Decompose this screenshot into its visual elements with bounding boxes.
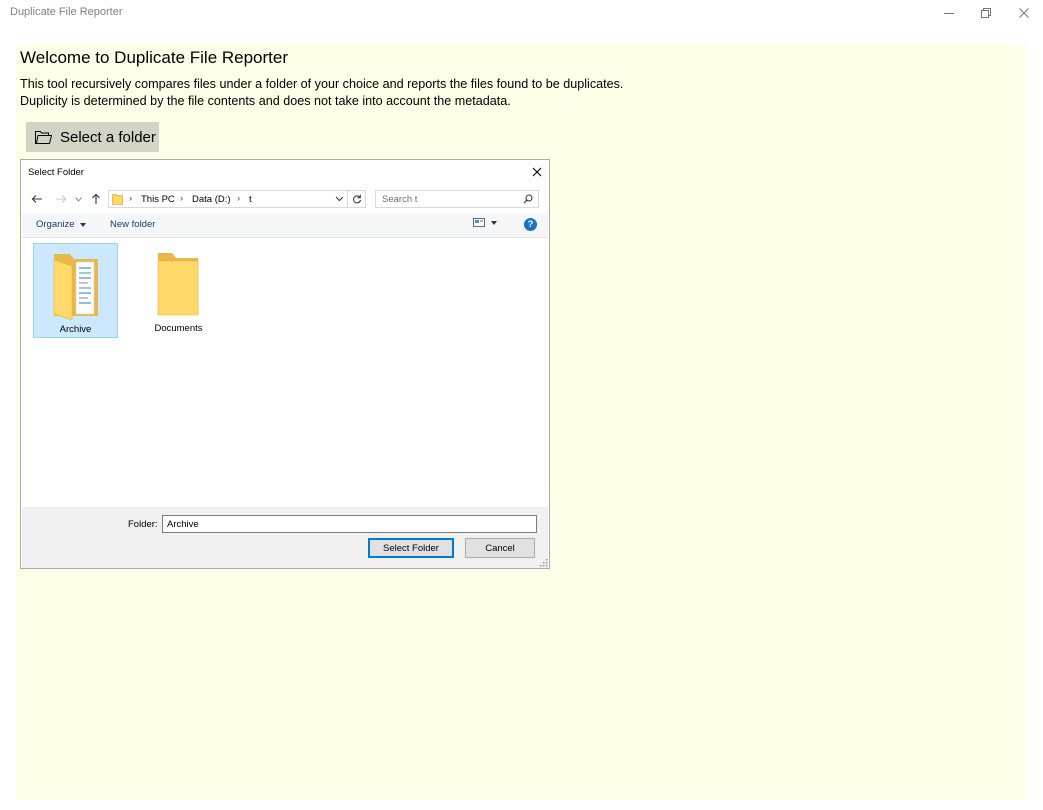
recent-locations-button[interactable] [72,191,84,207]
app-title: Duplicate File Reporter [10,6,123,18]
view-icon [473,218,485,227]
folder-icon [35,130,52,144]
up-button[interactable] [88,191,104,207]
new-folder-button[interactable]: New folder [110,219,155,230]
close-window-button[interactable] [1006,2,1042,24]
refresh-icon [352,194,361,204]
minimize-icon [944,13,954,14]
folder-item-label: Documents [154,323,203,334]
select-folder-button[interactable]: Select a folder [26,122,159,152]
select-folder-confirm-button[interactable]: Select Folder [368,538,454,558]
search-box[interactable] [375,190,539,208]
minimize-button[interactable] [931,2,967,24]
address-bar[interactable]: › This PC › Data (D:) › t [108,190,348,208]
search-icon [523,194,533,204]
breadcrumb-separator: › [237,193,241,204]
chevron-down-icon [335,196,344,202]
dialog-close-button[interactable] [529,164,545,180]
folder-item-label: Archive [59,324,92,335]
help-button[interactable]: ? [524,218,537,231]
folder-field-label: Folder: [128,519,158,530]
folder-field[interactable] [162,515,537,533]
breadcrumb-t[interactable]: t [249,194,252,205]
breadcrumb-this-pc[interactable]: This PC [141,194,175,205]
main-content: Welcome to Duplicate File Reporter This … [16,44,1026,800]
description-line-2: Duplicity is determined by the file cont… [20,94,511,108]
organize-menu[interactable]: Organize [36,219,86,230]
forward-button[interactable] [53,191,69,207]
folder-item-documents[interactable]: Documents [136,243,221,338]
breadcrumb-separator: › [129,193,133,204]
change-view-button[interactable] [473,218,497,227]
restore-icon [981,8,991,18]
refresh-button[interactable] [348,190,366,208]
organize-label: Organize [36,219,75,230]
description-line-1: This tool recursively compares files und… [20,77,624,91]
resize-grip-icon[interactable] [540,559,548,567]
title-bar: Duplicate File Reporter [0,0,1043,30]
breadcrumb-separator: › [180,193,184,204]
back-button[interactable] [29,191,45,207]
chevron-down-icon [74,196,82,202]
cancel-button[interactable]: Cancel [465,538,535,558]
command-bar: Organize New folder ? [22,213,548,238]
folder-item-archive[interactable]: Archive [33,243,118,338]
close-icon [532,167,542,177]
arrow-left-icon [31,195,42,203]
folder-icon [112,194,123,205]
dialog-title: Select Folder [28,167,84,178]
search-input[interactable] [376,191,522,207]
select-folder-dialog: Select Folder › This PC › Data (D:) › t [20,159,550,569]
arrow-up-icon [92,193,100,204]
select-folder-label: Select a folder [60,128,156,146]
close-icon [1019,8,1029,18]
caret-down-icon [79,222,86,227]
dialog-footer: Folder: Select Folder Cancel [22,507,548,568]
folder-icon [157,253,199,316]
caret-down-icon [491,220,497,225]
breadcrumb-data-drive[interactable]: Data (D:) [192,194,231,205]
arrow-right-icon [56,195,67,203]
restore-button[interactable] [968,2,1004,24]
welcome-heading: Welcome to Duplicate File Reporter [20,48,289,67]
folder-open-icon [53,254,98,320]
